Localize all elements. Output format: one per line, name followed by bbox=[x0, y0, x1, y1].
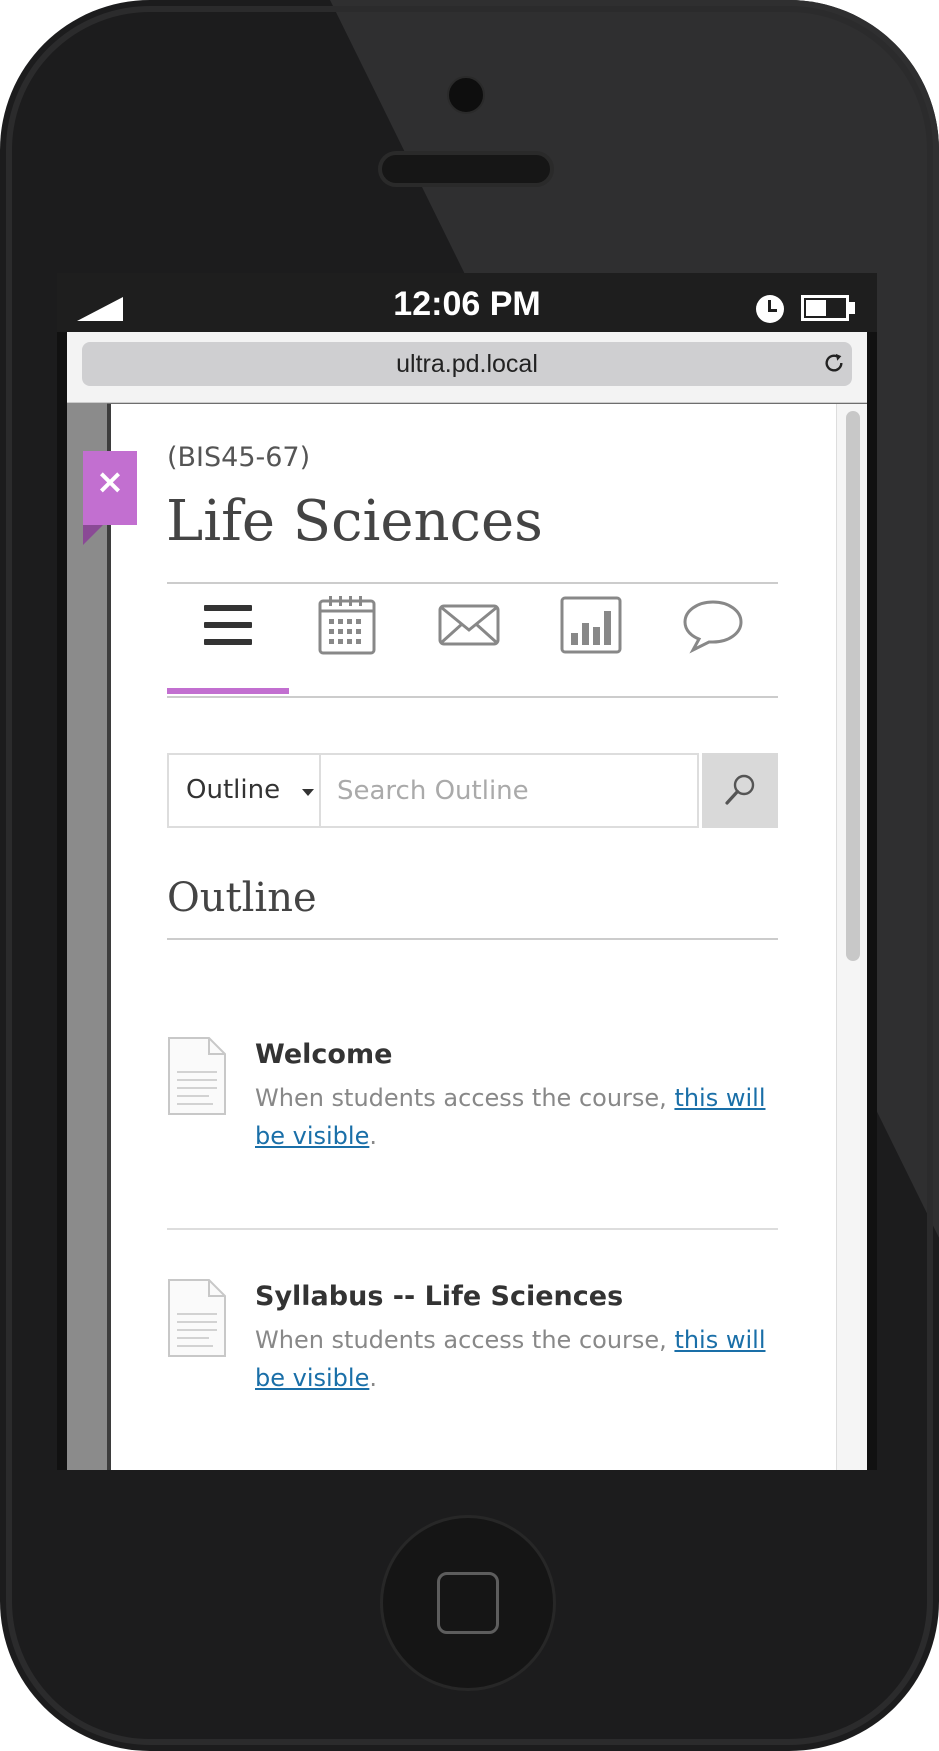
grades-chart-icon[interactable] bbox=[559, 593, 623, 657]
close-icon: × bbox=[95, 462, 125, 502]
phone-screen: 12:06 PM ultra.pd.local × (BIS45-67) Lif… bbox=[57, 273, 877, 1470]
close-tab-fold bbox=[83, 525, 103, 545]
calendar-icon[interactable] bbox=[315, 593, 379, 657]
visibility-text: When students access the course, bbox=[255, 1326, 675, 1354]
filter-selected-value: Outline bbox=[186, 775, 281, 805]
visibility-suffix: . bbox=[369, 1364, 377, 1392]
search-outline-input[interactable] bbox=[321, 753, 699, 828]
url-field[interactable]: ultra.pd.local bbox=[82, 342, 852, 386]
url-text: ultra.pd.local bbox=[396, 350, 538, 378]
chevron-down-icon bbox=[302, 789, 314, 796]
status-time: 12:06 PM bbox=[393, 285, 541, 323]
content-item-title[interactable]: Syllabus -- Life Sciences bbox=[255, 1280, 623, 1314]
course-code: (BIS45-67) bbox=[167, 442, 311, 473]
discussions-bubble-icon[interactable] bbox=[681, 593, 745, 657]
outline-filter-dropdown[interactable]: Outline bbox=[167, 753, 321, 828]
backdrop-edge bbox=[67, 403, 107, 1470]
content-item-title[interactable]: Welcome bbox=[255, 1038, 392, 1072]
active-tab-indicator bbox=[167, 688, 289, 694]
section-title: Outline bbox=[167, 875, 317, 921]
close-panel-button[interactable]: × bbox=[83, 451, 137, 525]
front-camera bbox=[447, 76, 485, 114]
document-icon bbox=[168, 1037, 226, 1115]
content-item-visibility: When students access the course, this wi… bbox=[255, 1079, 775, 1155]
section-divider bbox=[167, 938, 778, 940]
reload-icon[interactable] bbox=[823, 352, 845, 374]
home-button[interactable] bbox=[380, 1515, 556, 1691]
document-icon bbox=[168, 1279, 226, 1357]
home-button-square-icon bbox=[437, 1572, 499, 1634]
search-button[interactable] bbox=[702, 753, 778, 828]
messages-envelope-icon[interactable] bbox=[437, 593, 501, 657]
battery-tip bbox=[849, 302, 855, 314]
scrollbar-thumb[interactable] bbox=[846, 411, 860, 961]
browser-address-bar: ultra.pd.local bbox=[67, 332, 867, 403]
phone-frame: 12:06 PM ultra.pd.local × (BIS45-67) Lif… bbox=[0, 0, 939, 1751]
alarm-clock-icon bbox=[756, 295, 784, 323]
outline-menu-icon[interactable] bbox=[196, 593, 260, 657]
content-item-visibility: When students access the course, this wi… bbox=[255, 1321, 775, 1397]
visibility-suffix: . bbox=[369, 1122, 377, 1150]
course-title: Life Sciences bbox=[166, 489, 543, 554]
tabs-divider bbox=[167, 696, 778, 698]
title-divider bbox=[167, 582, 778, 584]
search-icon bbox=[725, 774, 755, 805]
visibility-text: When students access the course, bbox=[255, 1084, 675, 1112]
status-bar: 12:06 PM bbox=[57, 273, 877, 332]
earpiece-speaker bbox=[378, 151, 554, 187]
battery-icon bbox=[801, 295, 849, 321]
item-divider bbox=[167, 1228, 778, 1230]
